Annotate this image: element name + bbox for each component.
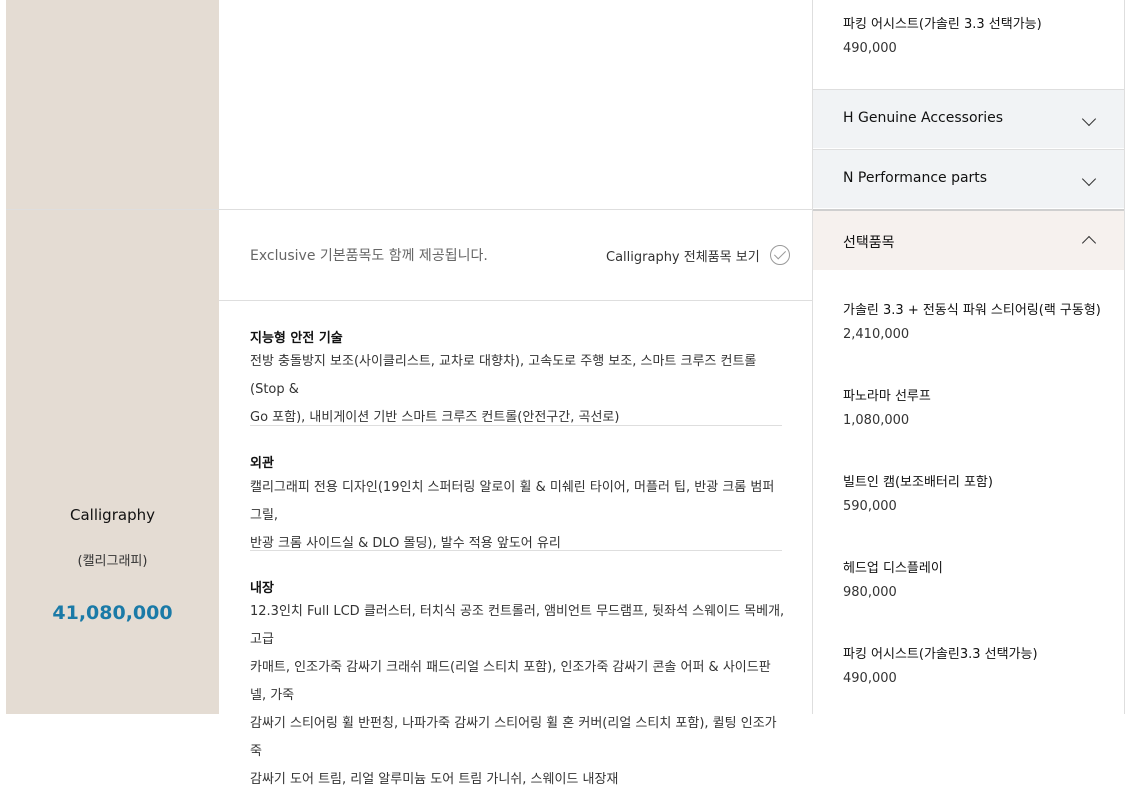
option-price: 980,000 <box>843 585 897 600</box>
option-price: 1,080,000 <box>843 413 910 428</box>
option-name: 파노라마 선루프 <box>843 389 931 404</box>
accordion-label: N Performance parts <box>843 170 988 186</box>
category-description: 전방 충돌방지 보조(사이클리스트, 교차로 대향차), 고속도로 주행 보조,… <box>250 354 757 425</box>
view-all-label: Calligraphy 전체품목 보기 <box>606 249 760 265</box>
option-price: 2,410,000 <box>843 327 910 342</box>
accordion-n-performance-parts[interactable]: N Performance parts <box>813 149 1124 208</box>
option-name: 파킹 어시스트(가솔린3.3 선택가능) <box>843 647 1038 662</box>
category-title: 외관 <box>250 456 274 471</box>
accordion-label: 선택품목 <box>843 235 895 251</box>
accordion-selected-options[interactable]: 선택품목 <box>813 209 1124 270</box>
option-name: 가솔린 3.3 + 전동식 파워 스티어링(랙 구동형) <box>843 303 1101 318</box>
category-divider <box>250 425 782 426</box>
trim-subtitle: (캘리그래피) <box>77 554 148 569</box>
accordion-genuine-accessories[interactable]: H Genuine Accessories <box>813 89 1124 148</box>
accordion-label: H Genuine Accessories <box>843 110 1004 126</box>
exclusive-notice: Exclusive 기본품목도 함께 제공됩니다. <box>250 248 488 264</box>
option-price: 490,000 <box>843 671 897 686</box>
chevron-down-icon <box>1081 171 1097 187</box>
view-all-features-button[interactable]: Calligraphy 전체품목 보기 <box>606 245 790 265</box>
option-name: 파킹 어시스트(가솔린 3.3 선택가능) <box>843 17 1042 32</box>
option-price: 490,000 <box>843 41 897 56</box>
trim-price: 41,080,000 <box>52 602 173 624</box>
header-divider <box>219 300 812 301</box>
check-circle-icon <box>769 245 790 265</box>
category-title: 지능형 안전 기술 <box>250 331 343 346</box>
trim-column <box>6 210 219 714</box>
category-description: 12.3인치 Full LCD 클러스터, 터치식 공조 컨트롤러, 앰비언트 … <box>250 604 785 787</box>
chevron-up-icon <box>1081 235 1097 251</box>
option-name: 빌트인 캠(보조배터리 포함) <box>843 475 993 490</box>
category-title: 내장 <box>250 581 274 596</box>
trim-name: Calligraphy <box>70 506 155 524</box>
option-price: 590,000 <box>843 499 897 514</box>
category-description: 캘리그래피 전용 디자인(19인치 스퍼터링 알로이 휠 & 미쉐린 타이어, … <box>250 480 775 551</box>
chevron-down-icon <box>1081 111 1097 127</box>
option-name: 헤드업 디스플레이 <box>843 561 943 576</box>
category-divider <box>250 550 782 551</box>
right-panel-border <box>1124 0 1125 714</box>
trim-column-top <box>6 0 219 209</box>
